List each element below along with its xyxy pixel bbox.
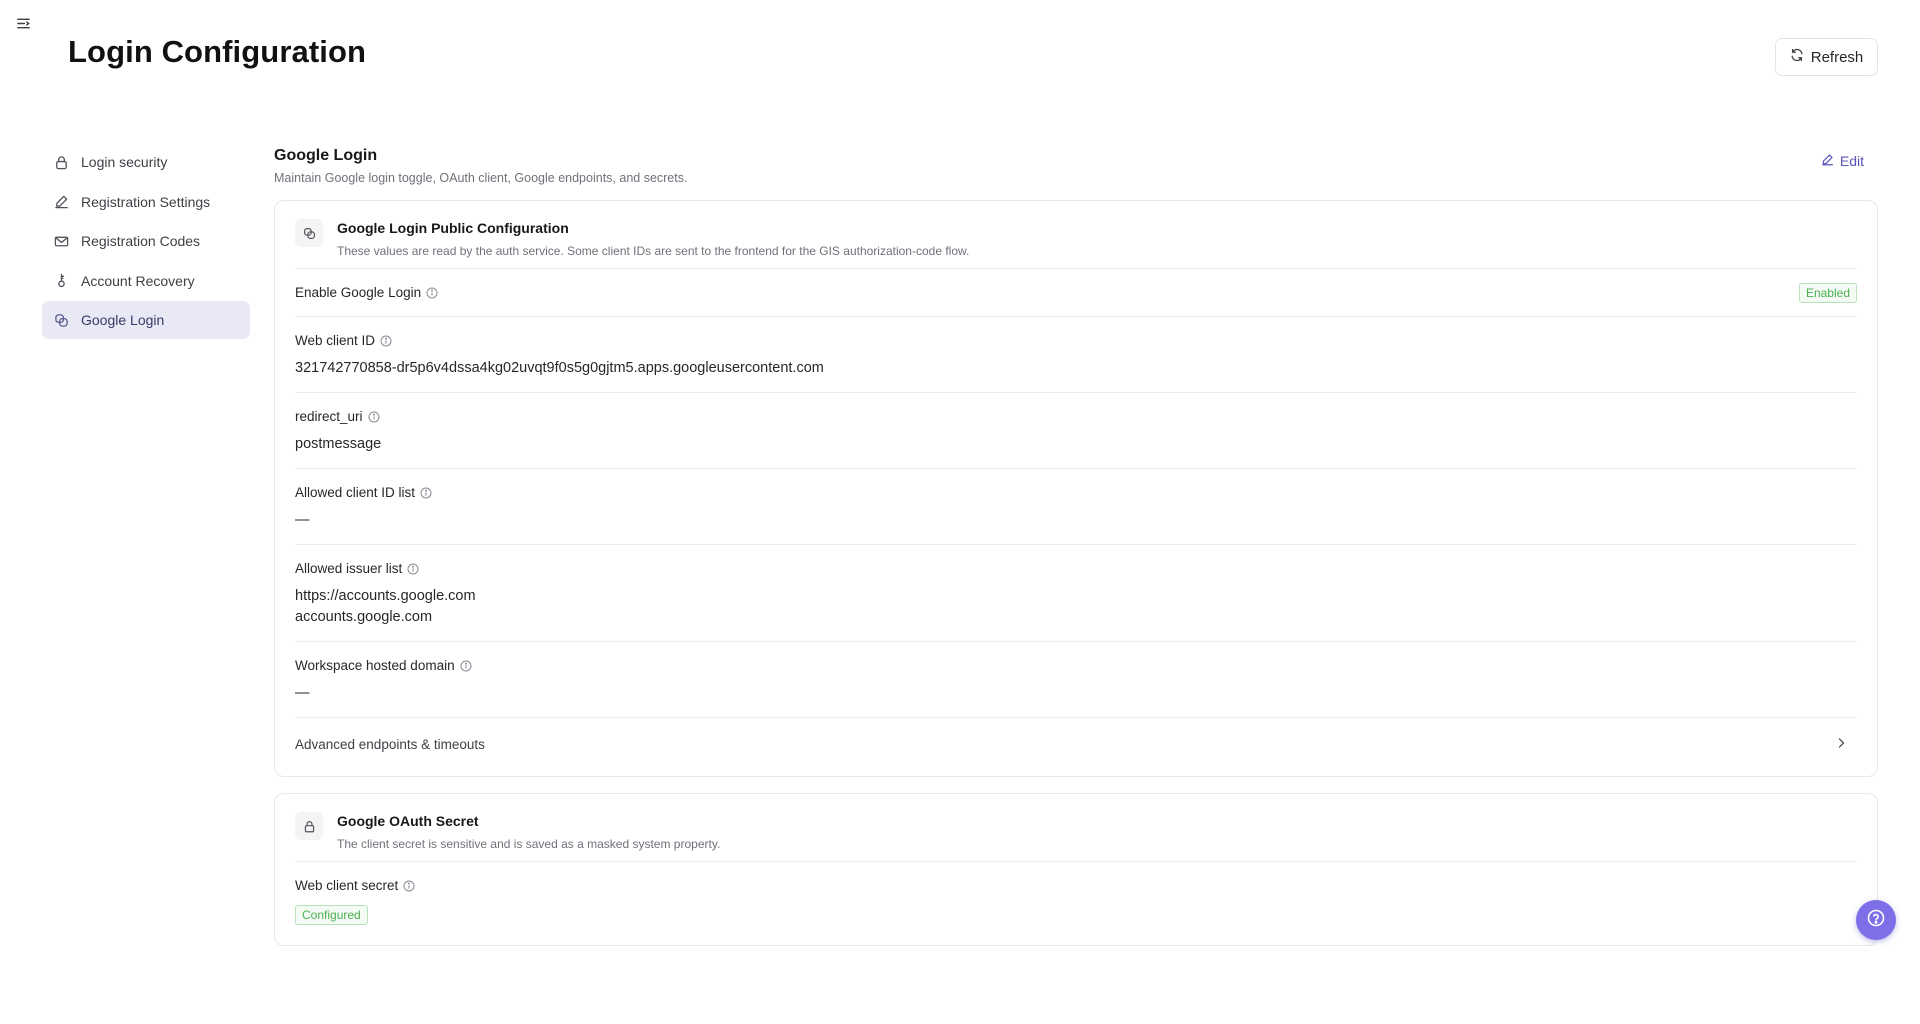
lock-icon	[54, 155, 69, 170]
edit-button[interactable]: Edit	[1821, 153, 1864, 169]
pen-icon	[54, 194, 69, 209]
refresh-icon	[1790, 48, 1804, 66]
allowed-client-ids-row: Allowed client ID list —	[295, 469, 1857, 545]
page-title: Login Configuration	[68, 34, 367, 69]
field-value: —	[295, 685, 310, 701]
sidebar-item-label: Login security	[81, 154, 168, 170]
field-label: Allowed issuer list	[295, 561, 403, 576]
lock-icon	[295, 812, 323, 840]
help-icon	[1866, 908, 1886, 933]
issuer-list-item: https://accounts.google.com	[295, 588, 476, 604]
card-subtitle: The client secret is sensitive and is sa…	[337, 837, 721, 851]
sidebar-toggle-icon[interactable]	[14, 14, 32, 32]
field-label: Allowed client ID list	[295, 485, 416, 500]
public-config-card: Google Login Public Configuration These …	[274, 200, 1878, 777]
allowed-issuers-row: Allowed issuer list https://accounts.goo…	[295, 545, 1857, 642]
link-icon	[54, 313, 69, 328]
advanced-label: Advanced endpoints & timeouts	[295, 736, 485, 752]
enabled-status-badge: Enabled	[1798, 282, 1857, 303]
section-subtitle: Maintain Google login toggle, OAuth clie…	[274, 171, 688, 185]
edit-icon	[1821, 153, 1834, 169]
sidebar-item-label: Google Login	[81, 312, 165, 328]
configured-status-badge: Configured	[295, 905, 368, 925]
sidebar-item-login-security[interactable]: Login security	[42, 143, 250, 181]
card-header: Google Login Public Configuration These …	[295, 201, 1857, 269]
info-icon[interactable]	[368, 411, 380, 423]
refresh-label: Refresh	[1810, 48, 1864, 66]
edit-label: Edit	[1839, 153, 1864, 169]
chevron-right-icon	[1835, 737, 1847, 752]
hosted-domain-row: Workspace hosted domain —	[295, 642, 1857, 718]
card-header: Google OAuth Secret The client secret is…	[295, 794, 1857, 862]
oauth-secret-card: Google OAuth Secret The client secret is…	[274, 793, 1878, 946]
sidebar-item-google-login[interactable]: Google Login	[42, 301, 250, 339]
sidebar-item-registration-codes[interactable]: Registration Codes	[42, 222, 250, 260]
settings-sidebar: Login security Registration Settings Reg…	[42, 143, 250, 341]
section-header: Google Login Maintain Google login toggl…	[274, 143, 1878, 190]
info-icon[interactable]	[460, 660, 472, 672]
field-label: Web client secret	[295, 878, 399, 893]
info-icon[interactable]	[426, 287, 438, 299]
enable-google-login-row: Enable Google Login Enabled	[295, 269, 1857, 317]
web-client-secret-row: Web client secret Configured	[295, 862, 1857, 925]
info-icon[interactable]	[403, 880, 415, 892]
section-title: Google Login	[274, 147, 378, 164]
field-label: redirect_uri	[295, 409, 363, 424]
key-icon	[54, 273, 69, 288]
link-icon	[295, 219, 323, 247]
card-subtitle: These values are read by the auth servic…	[337, 244, 970, 258]
refresh-button[interactable]: Refresh	[1775, 38, 1878, 76]
sidebar-item-registration-settings[interactable]: Registration Settings	[42, 183, 250, 221]
sidebar-item-label: Registration Codes	[81, 233, 201, 249]
card-title: Google OAuth Secret	[337, 813, 479, 829]
info-icon[interactable]	[420, 487, 432, 499]
help-button[interactable]	[1856, 900, 1896, 940]
web-client-id-row: Web client ID 321742770858-dr5p6v4dssa4k…	[295, 317, 1857, 393]
field-value: postmessage	[295, 436, 382, 452]
field-label: Web client ID	[295, 333, 376, 348]
main-content: Google Login Maintain Google login toggl…	[274, 143, 1878, 946]
field-label: Enable Google Login	[295, 285, 422, 300]
sidebar-item-label: Registration Settings	[81, 193, 211, 210]
sidebar-item-label: Account Recovery	[81, 272, 195, 289]
field-label: Workspace hosted domain	[295, 658, 455, 673]
card-title: Google Login Public Configuration	[337, 220, 569, 236]
field-value: —	[295, 512, 310, 528]
sidebar-item-account-recovery[interactable]: Account Recovery	[42, 262, 250, 300]
mail-icon	[54, 234, 69, 249]
info-icon[interactable]	[380, 335, 392, 347]
info-icon[interactable]	[407, 563, 419, 575]
redirect-uri-row: redirect_uri postmessage	[295, 393, 1857, 469]
field-value: 321742770858-dr5p6v4dssa4kg02uvqt9f0s5g0…	[295, 360, 824, 376]
advanced-endpoints-toggle[interactable]: Advanced endpoints & timeouts	[295, 718, 1857, 770]
issuer-list-item: accounts.google.com	[295, 609, 433, 625]
